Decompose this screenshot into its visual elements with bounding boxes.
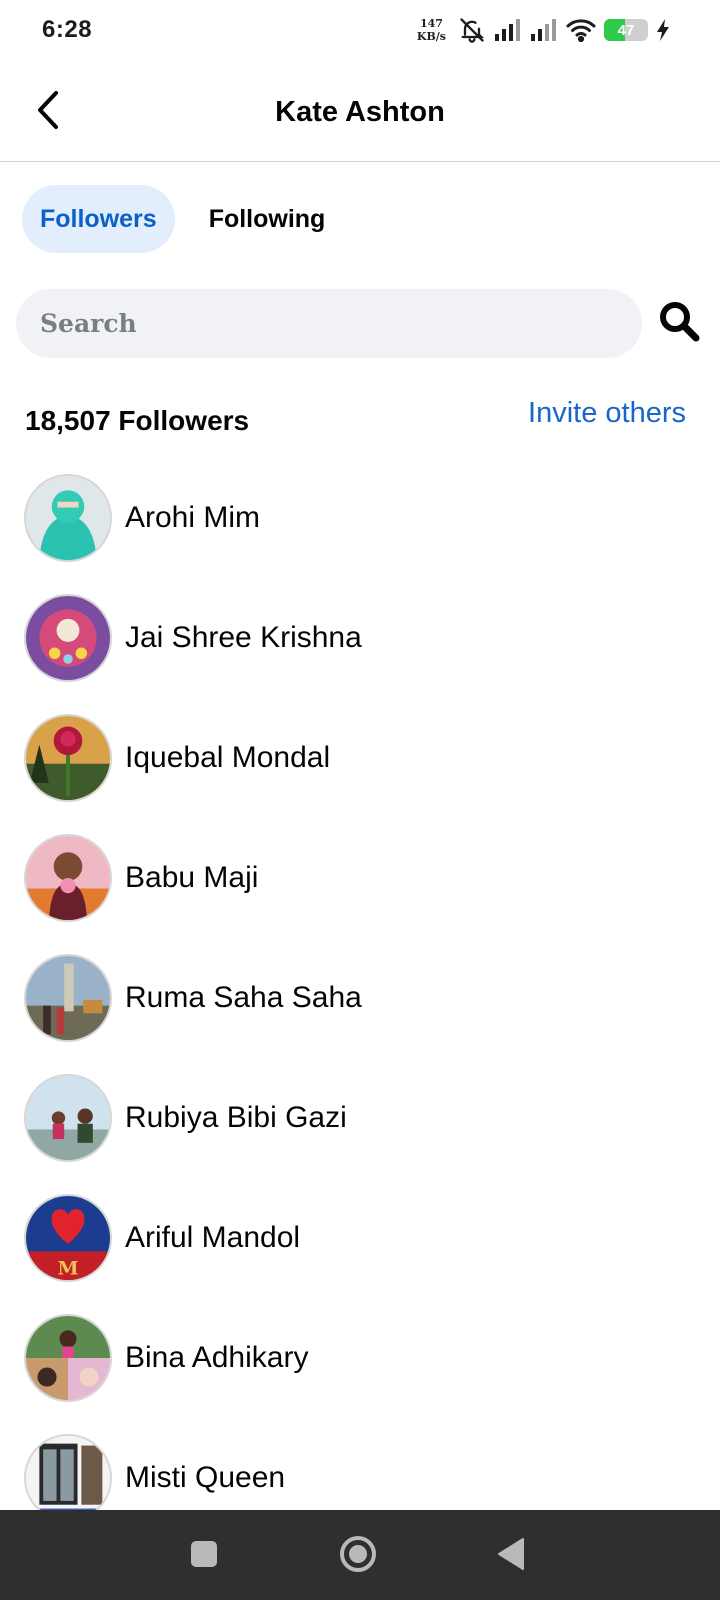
follower-name[interactable]: Bina Adhikary xyxy=(125,1341,308,1375)
avatar[interactable] xyxy=(24,1314,112,1402)
search-button[interactable] xyxy=(656,300,702,346)
page-title: Kate Ashton xyxy=(275,96,445,128)
list-item[interactable]: Arohi Mim xyxy=(0,458,720,578)
list-item[interactable]: Ruma Saha Saha xyxy=(0,938,720,1058)
network-speed: 147 KB/s xyxy=(417,17,446,43)
avatar[interactable] xyxy=(24,474,112,562)
follower-name[interactable]: Babu Maji xyxy=(125,861,258,895)
tab-bar: Followers Following xyxy=(22,185,343,253)
list-item[interactable]: Iquebal Mondal xyxy=(0,698,720,818)
follower-name[interactable]: Ruma Saha Saha xyxy=(125,981,362,1015)
recents-square-icon xyxy=(189,1539,219,1574)
signal-icon xyxy=(494,18,522,42)
followers-list: Arohi Mim Jai Shree Krishna Iquebal Mond… xyxy=(0,458,720,1538)
followers-count: 18,507 Followers xyxy=(25,405,250,436)
avatar[interactable] xyxy=(24,954,112,1042)
system-nav-bar xyxy=(0,1510,720,1600)
follower-name[interactable]: Arohi Mim xyxy=(125,501,260,535)
list-item[interactable]: Jai Shree Krishna xyxy=(0,578,720,698)
bell-off-icon xyxy=(458,16,486,44)
avatar[interactable] xyxy=(24,1074,112,1162)
battery-icon: 47 xyxy=(604,19,648,41)
network-speed-value: 147 xyxy=(419,17,443,30)
avatar[interactable] xyxy=(24,1434,112,1522)
status-icons: 147 KB/s 47 xyxy=(417,14,670,46)
follower-name[interactable]: Jai Shree Krishna xyxy=(125,621,362,655)
invite-others-link[interactable]: Invite others xyxy=(528,397,686,430)
follower-name[interactable]: Rubiya Bibi Gazi xyxy=(125,1101,347,1135)
list-item[interactable]: Rubiya Bibi Gazi xyxy=(0,1058,720,1178)
recents-button[interactable] xyxy=(180,1532,228,1580)
tab-followers[interactable]: Followers xyxy=(22,185,175,253)
search-input[interactable] xyxy=(40,309,642,338)
avatar[interactable] xyxy=(24,594,112,682)
list-item[interactable]: Babu Maji xyxy=(0,818,720,938)
charging-icon xyxy=(656,19,670,41)
search-field[interactable] xyxy=(16,289,642,358)
follower-name[interactable]: Ariful Mandol xyxy=(125,1221,300,1255)
avatar[interactable] xyxy=(24,714,112,802)
svg-text:M: M xyxy=(57,1256,78,1279)
battery-level: 47 xyxy=(617,21,635,39)
home-circle-icon xyxy=(338,1534,378,1579)
list-item[interactable]: M Ariful Mandol xyxy=(0,1178,720,1298)
network-speed-unit: KB/s xyxy=(416,30,446,43)
signal-icon xyxy=(530,18,558,42)
status-time: 6:28 xyxy=(42,16,93,43)
header: Kate Ashton xyxy=(0,60,720,162)
avatar[interactable]: M xyxy=(24,1194,112,1282)
status-bar: 6:28 147 KB/s 47 xyxy=(0,0,720,60)
back-triangle-icon xyxy=(496,1537,526,1576)
tab-following[interactable]: Following xyxy=(179,185,344,253)
avatar[interactable] xyxy=(24,834,112,922)
search-icon xyxy=(658,300,700,347)
back-nav-button[interactable] xyxy=(487,1532,535,1580)
wifi-icon xyxy=(566,18,596,42)
list-item[interactable]: Bina Adhikary xyxy=(0,1298,720,1418)
follower-name[interactable]: Misti Queen xyxy=(125,1461,285,1495)
follower-name[interactable]: Iquebal Mondal xyxy=(125,741,330,775)
home-button[interactable] xyxy=(334,1532,382,1580)
